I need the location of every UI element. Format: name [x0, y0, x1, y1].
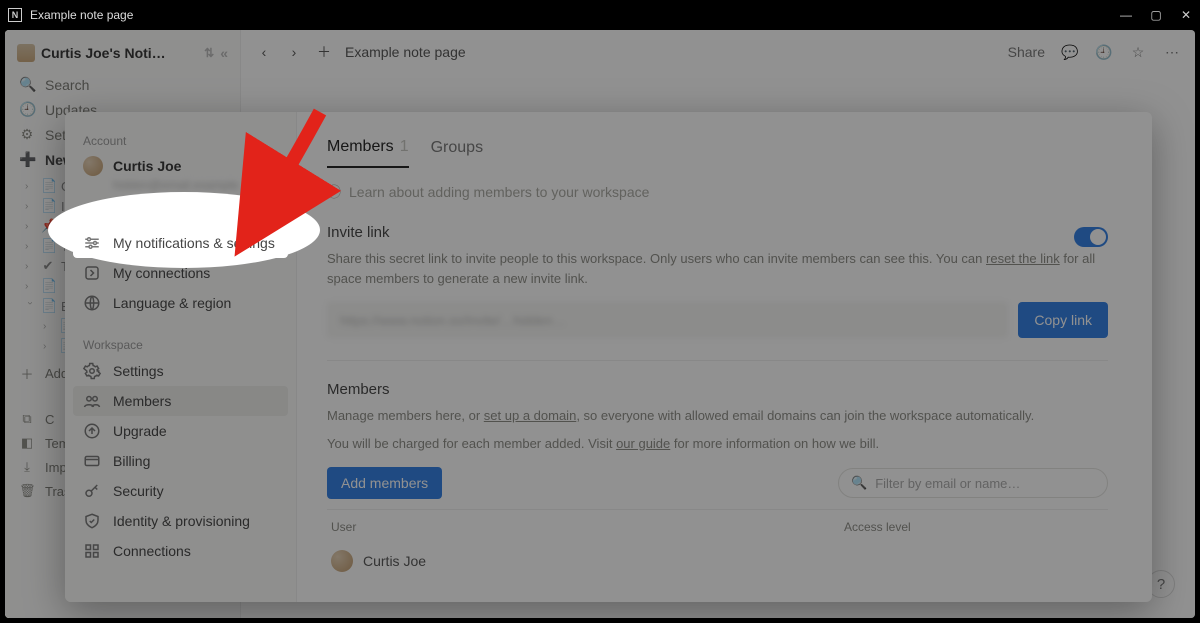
grid-icon [83, 542, 101, 560]
more-icon[interactable]: ⋯ [1163, 43, 1181, 61]
window-title: Example note page [30, 8, 133, 22]
settings-user: Curtis Joe [73, 152, 288, 178]
reset-link[interactable]: reset the link [986, 251, 1060, 266]
billing-note: You will be charged for each member adde… [327, 434, 1108, 454]
tab-groups[interactable]: Groups [431, 132, 483, 168]
workspace-name: Curtis Joe's Noti… [41, 45, 198, 61]
settings-item-billing[interactable]: Billing [73, 446, 288, 476]
page-topbar: ‹ › ＋ Example note page Share 💬 🕘 ☆ ⋯ [241, 30, 1195, 74]
download-icon: ⤓ [19, 459, 35, 475]
setup-domain-link[interactable]: set up a domain [484, 408, 577, 423]
app-frame: Curtis Joe's Noti… ⇅ « 🔍Search 🕘Updates … [5, 30, 1195, 618]
arrow-up-icon [83, 422, 101, 440]
members-section-title: Members [327, 381, 1108, 398]
plus-circle-icon: ➕ [19, 151, 35, 168]
notion-app-icon: N [8, 8, 22, 22]
add-members-button[interactable]: Add members [327, 467, 442, 499]
settings-item-language[interactable]: Language & region [73, 288, 288, 318]
learn-label: Learn about adding members to your works… [349, 184, 649, 200]
settings-item-label: Security [113, 483, 164, 499]
window-close-icon[interactable]: ✕ [1180, 8, 1192, 22]
settings-item-label: Connections [113, 543, 191, 559]
comments-icon[interactable]: 💬 [1061, 43, 1079, 61]
globe-icon [83, 294, 101, 312]
window-titlebar: N Example note page ― ▢ ✕ [0, 0, 1200, 30]
sidebar-search[interactable]: 🔍 Search [5, 72, 240, 97]
invite-link-toggle[interactable] [1074, 227, 1108, 247]
breadcrumb[interactable]: Example note page [345, 44, 466, 60]
settings-item-label: Language & region [113, 295, 231, 311]
tab-label: Members [327, 138, 394, 156]
tab-members[interactable]: Members 1 [327, 132, 409, 168]
settings-item-label: Upgrade [113, 423, 167, 439]
key-icon [83, 482, 101, 500]
learn-link[interactable]: ⓘ Learn about adding members to your wor… [327, 182, 1108, 202]
invite-link-field[interactable]: https://www.notion.so/invite/…hidden… [327, 302, 1008, 338]
settings-item-identity[interactable]: Identity & provisioning [73, 506, 288, 536]
sidebar-search-label: Search [45, 77, 89, 93]
settings-section-account: Account [73, 128, 288, 152]
clock-icon: 🕘 [19, 101, 35, 118]
gear-icon: ⚙ [19, 126, 35, 143]
filter-members-input[interactable]: 🔍 Filter by email or name… [838, 468, 1108, 498]
sliders-icon [83, 234, 101, 252]
collapse-sidebar-icon[interactable]: « [220, 45, 228, 61]
window-minimize-icon[interactable]: ― [1120, 8, 1132, 22]
copy-link-button[interactable]: Copy link [1018, 302, 1108, 338]
invite-link-title: Invite link [327, 224, 390, 241]
share-button[interactable]: Share [1008, 44, 1045, 60]
window-maximize-icon[interactable]: ▢ [1150, 8, 1162, 22]
card-icon [83, 452, 101, 470]
chevron-updown-icon: ⇅ [204, 46, 214, 60]
workspace-switcher[interactable]: Curtis Joe's Noti… ⇅ « [5, 30, 240, 72]
history-icon[interactable]: 🕘 [1095, 43, 1113, 61]
settings-item-label: My notifications & settings [113, 235, 275, 251]
invite-link-desc: Share this secret link to invite people … [327, 249, 1108, 288]
settings-item-members[interactable]: Members [73, 386, 288, 416]
col-access: Access level [844, 520, 1104, 534]
info-icon: ⓘ [327, 182, 341, 202]
settings-item-label: Billing [113, 453, 150, 469]
settings-item-upgrade[interactable]: Upgrade [73, 416, 288, 446]
new-tab-plus-icon[interactable]: ＋ [315, 43, 333, 61]
star-icon[interactable]: ☆ [1129, 43, 1147, 61]
divider [327, 360, 1108, 361]
search-icon: 🔍 [19, 76, 35, 93]
tab-label: Groups [431, 139, 483, 157]
people-icon [83, 392, 101, 410]
members-tabs: Members 1 Groups [327, 132, 1108, 168]
members-desc: Manage members here, or set up a domain,… [327, 406, 1108, 426]
settings-item-label: Settings [113, 363, 164, 379]
nav-back-icon[interactable]: ‹ [255, 43, 273, 61]
filter-placeholder: Filter by email or name… [875, 476, 1020, 491]
trash-icon: 🗑 [19, 483, 35, 499]
col-user: User [331, 520, 844, 534]
settings-modal: Account Curtis Joe hidden@email.example … [65, 112, 1152, 602]
settings-item-security[interactable]: Security [73, 476, 288, 506]
tab-count: 1 [400, 138, 409, 156]
settings-item-notifications-settings[interactable]: My notifications & settings [73, 228, 288, 258]
member-avatar [331, 550, 353, 572]
settings-content: Members 1 Groups ⓘ Learn about adding me… [297, 112, 1152, 602]
user-avatar [83, 156, 103, 176]
nav-forward-icon[interactable]: › [285, 43, 303, 61]
settings-item-settings[interactable]: Settings [73, 356, 288, 386]
members-table-head: User Access level [327, 509, 1108, 542]
settings-item-label: Members [113, 393, 171, 409]
settings-section-workspace: Workspace [73, 332, 288, 356]
gear-icon [83, 362, 101, 380]
plus-icon: ＋ [19, 364, 35, 383]
settings-sidebar: Account Curtis Joe hidden@email.example … [65, 112, 297, 602]
workspace-avatar [17, 44, 35, 62]
billing-guide-link[interactable]: our guide [616, 436, 670, 451]
template-icon: ◧ [19, 435, 35, 451]
member-name: Curtis Joe [363, 553, 426, 569]
member-row[interactable]: Curtis Joe [327, 542, 1108, 580]
arrow-square-icon [83, 264, 101, 282]
shield-icon [83, 512, 101, 530]
settings-item-label: Identity & provisioning [113, 513, 250, 529]
user-name: Curtis Joe [113, 158, 181, 174]
search-icon: 🔍 [851, 475, 867, 491]
settings-item-connections[interactable]: Connections [73, 536, 288, 566]
